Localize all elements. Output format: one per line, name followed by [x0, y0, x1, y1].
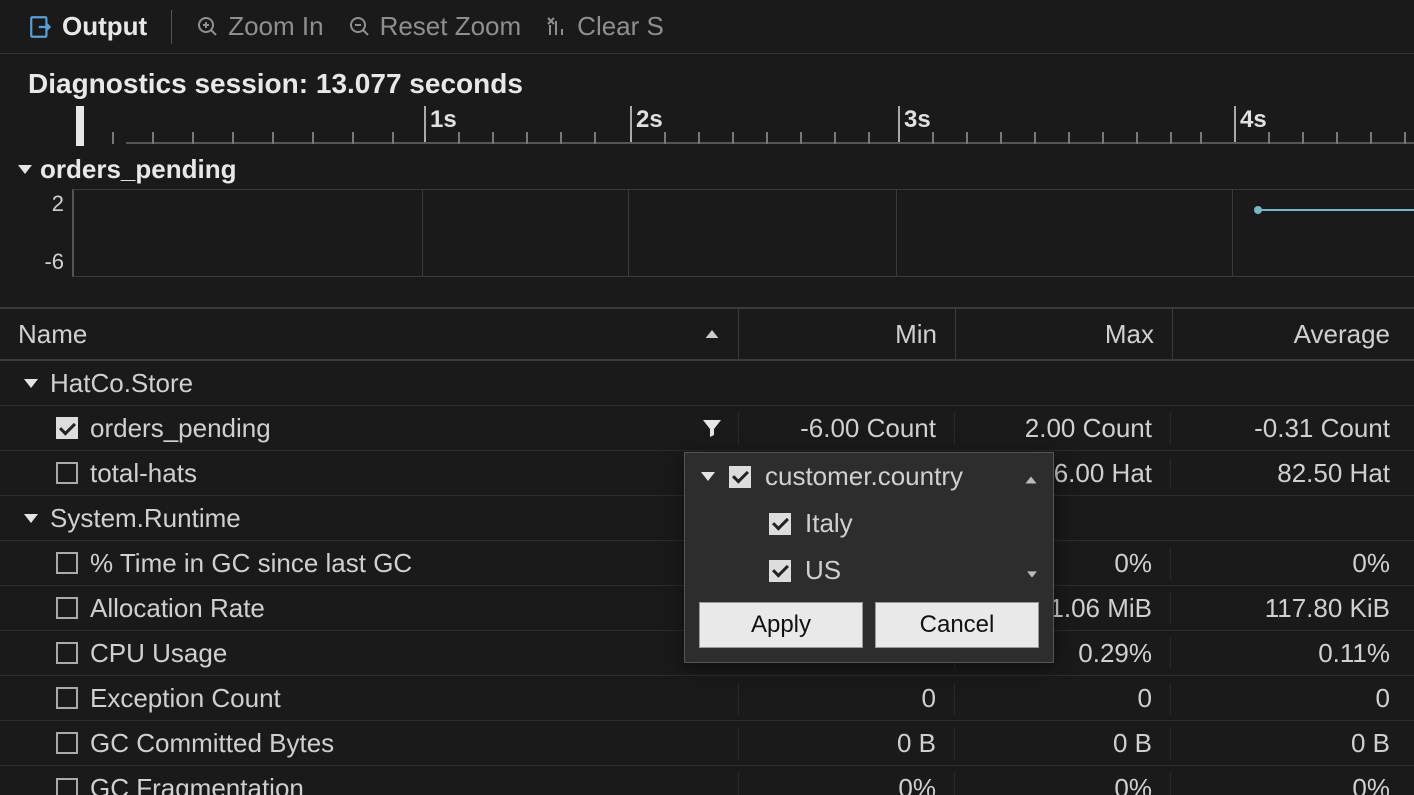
filter-option-label: Italy: [805, 508, 853, 539]
apply-button[interactable]: Apply: [699, 602, 863, 648]
y-axis: 2 -6: [18, 189, 72, 277]
output-icon: [28, 14, 54, 40]
y-max: 2: [52, 191, 64, 217]
metric-name: orders_pending: [40, 154, 236, 185]
output-label: Output: [62, 11, 147, 42]
filter-dimension-row[interactable]: customer.country: [685, 453, 1053, 500]
row-name: GC Fragmentation: [90, 773, 304, 795]
row-checkbox[interactable]: [56, 642, 78, 664]
reset-zoom-label: Reset Zoom: [380, 11, 522, 42]
table-row[interactable]: GC Fragmentation 0% 0% 0%: [0, 766, 1414, 795]
cell-max: 2.00 Count: [954, 413, 1170, 444]
expand-icon[interactable]: [701, 472, 715, 481]
ruler-tick: 2s: [636, 106, 663, 134]
session-label-prefix: Diagnostics session:: [28, 68, 316, 99]
filter-checkbox[interactable]: [729, 466, 751, 488]
row-name: CPU Usage: [90, 638, 227, 669]
scroll-up-icon[interactable]: [1023, 461, 1039, 492]
cell-avg: 0: [1170, 683, 1414, 714]
y-min: -6: [44, 249, 64, 275]
cell-min: -6.00 Count: [738, 413, 954, 444]
playhead[interactable]: [76, 106, 84, 146]
row-checkbox[interactable]: [56, 552, 78, 574]
metric-chart[interactable]: 2 -6: [18, 189, 1414, 277]
expand-icon[interactable]: [24, 514, 38, 523]
group-name: HatCo.Store: [50, 368, 193, 399]
row-checkbox[interactable]: [56, 778, 78, 795]
reset-zoom-button[interactable]: Reset Zoom: [340, 9, 530, 44]
ruler-tick: 1s: [430, 106, 457, 134]
cancel-button[interactable]: Cancel: [875, 602, 1039, 648]
session-title: Diagnostics session: 13.077 seconds: [0, 54, 1414, 106]
cell-avg: 82.50 Hat: [1170, 458, 1414, 489]
clear-label: Clear S: [577, 11, 664, 42]
ruler-tick: 4s: [1240, 106, 1267, 134]
row-checkbox[interactable]: [56, 462, 78, 484]
plot-area[interactable]: [72, 189, 1414, 277]
series-line: [1258, 209, 1414, 211]
cell-min: 0 B: [738, 728, 954, 759]
filter-icon[interactable]: [700, 416, 724, 440]
cell-avg: 117.80 KiB: [1170, 593, 1414, 624]
cell-min: 0: [738, 683, 954, 714]
group-name: System.Runtime: [50, 503, 241, 534]
row-name: % Time in GC since last GC: [90, 548, 412, 579]
row-checkbox[interactable]: [56, 687, 78, 709]
cell-min: 0%: [738, 773, 954, 795]
session-duration: 13.077 seconds: [316, 68, 523, 99]
row-name: Allocation Rate: [90, 593, 265, 624]
zoom-in-label: Zoom In: [228, 11, 323, 42]
cell-max: 0 B: [954, 728, 1170, 759]
cell-avg: -0.31 Count: [1170, 413, 1414, 444]
cell-max: 0: [954, 683, 1170, 714]
metric-header[interactable]: orders_pending: [0, 150, 1414, 189]
group-row[interactable]: HatCo.Store: [0, 361, 1414, 406]
row-name: orders_pending: [90, 413, 271, 444]
table-header: Name Min Max Average: [0, 309, 1414, 361]
time-ruler[interactable]: 1s 2s 3s 4s: [18, 106, 1414, 150]
expand-icon[interactable]: [24, 379, 38, 388]
row-name: total-hats: [90, 458, 197, 489]
row-name: GC Committed Bytes: [90, 728, 334, 759]
reset-zoom-icon: [348, 15, 372, 39]
row-name: Exception Count: [90, 683, 281, 714]
col-min-header[interactable]: Min: [739, 319, 955, 350]
output-button[interactable]: Output: [20, 9, 155, 44]
cell-max: 0%: [954, 773, 1170, 795]
col-name-header[interactable]: Name: [0, 319, 738, 350]
filter-option[interactable]: US: [685, 547, 1053, 594]
cell-avg: 0%: [1170, 773, 1414, 795]
cell-avg: 0%: [1170, 548, 1414, 579]
filter-checkbox[interactable]: [769, 513, 791, 535]
clear-chart-icon: [545, 15, 569, 39]
toolbar-separator: [171, 10, 172, 44]
cell-avg: 0.11%: [1170, 638, 1414, 669]
filter-option-label: US: [805, 555, 841, 586]
ruler-tick: 3s: [904, 106, 931, 134]
col-avg-header[interactable]: Average: [1173, 319, 1414, 350]
zoom-in-button[interactable]: Zoom In: [188, 9, 331, 44]
toolbar: Output Zoom In Reset Zoom Clear S: [0, 0, 1414, 54]
filter-option[interactable]: Italy: [685, 500, 1053, 547]
table-row[interactable]: Exception Count 0 0 0: [0, 676, 1414, 721]
row-checkbox[interactable]: [56, 597, 78, 619]
row-checkbox[interactable]: [56, 732, 78, 754]
table-row[interactable]: GC Committed Bytes 0 B 0 B 0 B: [0, 721, 1414, 766]
table-row[interactable]: orders_pending -6.00 Count 2.00 Count -0…: [0, 406, 1414, 451]
cell-avg: 0 B: [1170, 728, 1414, 759]
clear-button[interactable]: Clear S: [537, 9, 672, 44]
scroll-down-icon[interactable]: [1025, 555, 1039, 586]
sort-asc-icon: [706, 330, 719, 338]
row-checkbox[interactable]: [56, 417, 78, 439]
filter-popup: customer.country Italy US Apply Cancel: [684, 452, 1054, 663]
zoom-in-icon: [196, 15, 220, 39]
col-max-header[interactable]: Max: [956, 319, 1172, 350]
filter-checkbox[interactable]: [769, 560, 791, 582]
col-name-label: Name: [18, 319, 87, 350]
filter-dimension: customer.country: [765, 461, 963, 492]
collapse-icon[interactable]: [18, 165, 32, 174]
